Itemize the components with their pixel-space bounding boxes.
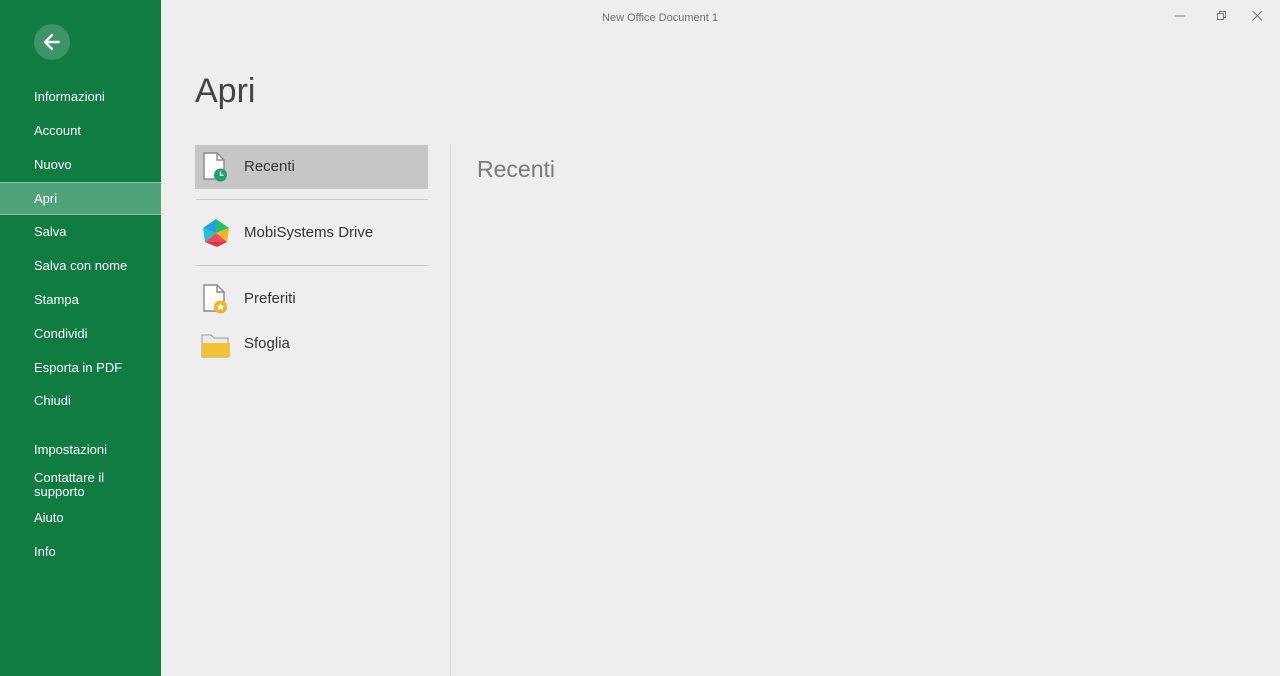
nav-label: Informazioni bbox=[34, 89, 105, 104]
places-divider bbox=[196, 265, 428, 266]
nav-apri[interactable]: Apri bbox=[0, 182, 161, 215]
place-label: MobiSystems Drive bbox=[244, 224, 374, 241]
place-recenti[interactable]: Recenti bbox=[195, 145, 428, 189]
nav-chiudi[interactable]: Chiudi bbox=[0, 384, 161, 417]
places-divider bbox=[196, 199, 428, 200]
nav-label: Condividi bbox=[34, 326, 88, 341]
back-arrow-icon bbox=[43, 33, 61, 51]
mobisystems-drive-icon bbox=[203, 219, 229, 247]
nav-label: Info bbox=[34, 544, 56, 559]
nav-salva-con-nome[interactable]: Salva con nome bbox=[0, 249, 161, 282]
nav-stampa[interactable]: Stampa bbox=[0, 283, 161, 316]
place-label: Preferiti bbox=[244, 290, 296, 307]
back-button[interactable] bbox=[34, 24, 70, 60]
nav-aiuto[interactable]: Aiuto bbox=[0, 501, 161, 534]
nav-label: Chiudi bbox=[34, 393, 71, 408]
restore-button[interactable] bbox=[1206, 6, 1236, 26]
nav-esporta-pdf[interactable]: Esporta in PDF bbox=[0, 351, 161, 384]
nav-info[interactable]: Info bbox=[0, 535, 161, 568]
minimize-icon bbox=[1175, 15, 1185, 17]
recent-document-icon bbox=[203, 152, 227, 182]
nav-label: Salva con nome bbox=[34, 258, 128, 273]
nav-label: Apri bbox=[34, 191, 58, 206]
nav-label: Salva bbox=[34, 224, 67, 239]
place-sfoglia[interactable]: Sfoglia bbox=[195, 322, 428, 366]
nav-label: Esporta in PDF bbox=[34, 360, 123, 375]
nav-label: Account bbox=[34, 123, 81, 138]
nav-nuovo[interactable]: Nuovo bbox=[0, 148, 161, 181]
page-title: Apri bbox=[195, 72, 256, 110]
restore-icon bbox=[1217, 11, 1226, 20]
recent-panel-title: Recenti bbox=[477, 156, 555, 182]
favorite-document-icon bbox=[203, 284, 227, 314]
panel-divider bbox=[450, 144, 451, 676]
nav-label: Contattare il supporto bbox=[34, 470, 105, 499]
place-mobisystems-drive[interactable]: MobiSystems Drive bbox=[195, 211, 428, 255]
nav-label: Impostazioni bbox=[34, 442, 107, 457]
nav-impostazioni[interactable]: Impostazioni bbox=[0, 433, 161, 466]
nav-account[interactable]: Account bbox=[0, 114, 161, 147]
nav-label: Nuovo bbox=[34, 157, 72, 172]
nav-label: Aiuto bbox=[34, 510, 64, 525]
nav-label: Stampa bbox=[34, 292, 79, 307]
close-icon bbox=[1252, 11, 1263, 21]
place-label: Recenti bbox=[244, 158, 295, 175]
nav-contattare-supporto[interactable]: Contattare il supporto bbox=[0, 467, 161, 503]
nav-condividi[interactable]: Condividi bbox=[0, 317, 161, 350]
close-button[interactable] bbox=[1242, 6, 1272, 26]
nav-informazioni[interactable]: Informazioni bbox=[0, 80, 161, 113]
nav-salva[interactable]: Salva bbox=[0, 215, 161, 248]
backstage-sidebar: Informazioni Account Nuovo Apri Salva Sa… bbox=[0, 0, 161, 676]
folder-icon bbox=[201, 334, 230, 358]
minimize-button[interactable] bbox=[1165, 6, 1195, 26]
place-preferiti[interactable]: Preferiti bbox=[195, 277, 428, 321]
place-label: Sfoglia bbox=[244, 335, 290, 352]
window-title: New Office Document 1 bbox=[602, 12, 718, 24]
